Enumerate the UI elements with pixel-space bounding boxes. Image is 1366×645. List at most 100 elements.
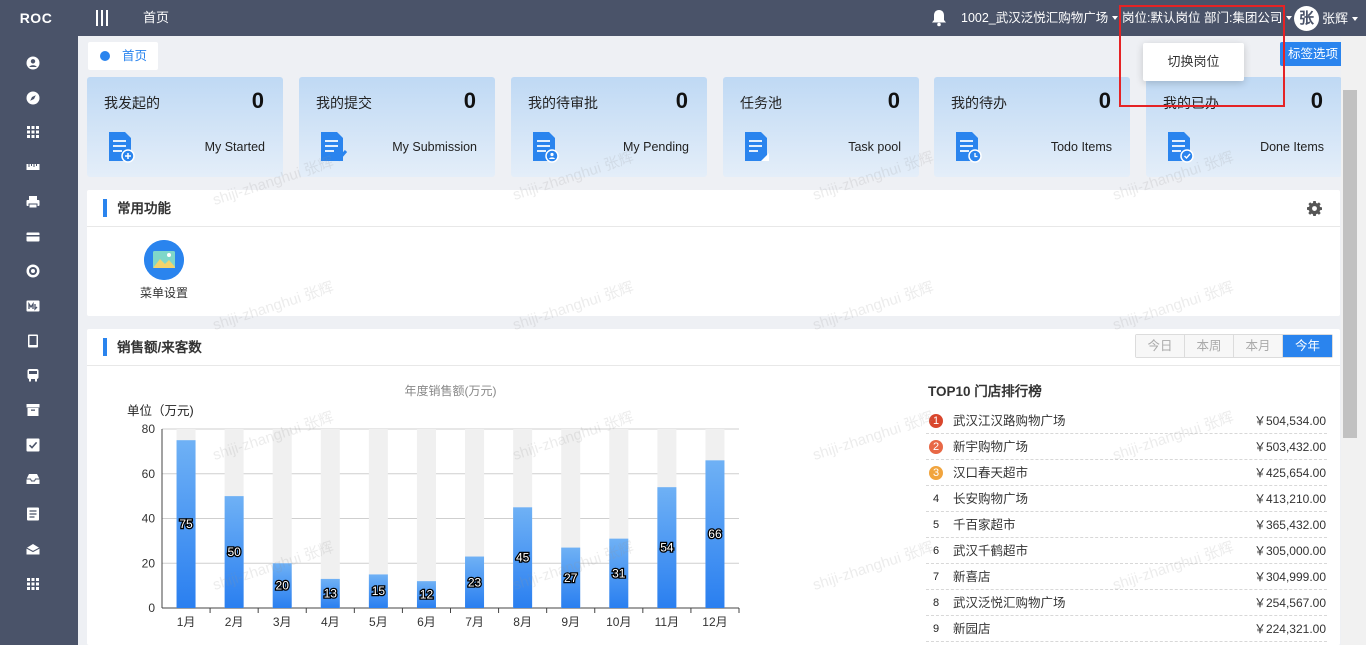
range-week-button[interactable]: 本周 xyxy=(1185,335,1234,357)
store-selector-label: 1002_武汉泛悦汇购物广场 xyxy=(961,11,1109,25)
document-icon xyxy=(1166,131,1194,163)
ruler-icon[interactable] xyxy=(26,160,40,174)
sales-title: 销售额/来客数 xyxy=(117,340,202,355)
card-subtitle: Todo Items xyxy=(1050,140,1112,154)
ranking-row: 6 武汉千鹤超市 ￥305,000.00 xyxy=(926,538,1327,564)
ranking-row: 4 长安购物广场 ￥413,210.00 xyxy=(926,486,1327,512)
card-task-pool[interactable]: 任务池 0 Task pool xyxy=(723,77,919,177)
y-tick-label: 80 xyxy=(142,422,156,436)
ranking-row: 7 新喜店 ￥304,999.00 xyxy=(926,564,1327,590)
document-icon xyxy=(531,131,559,163)
x-tick-label: 3月 xyxy=(273,615,292,629)
printer-icon[interactable] xyxy=(26,195,40,209)
switch-position-menu-item[interactable]: 切换岗位 xyxy=(1143,43,1244,81)
archive-icon[interactable] xyxy=(26,403,40,417)
grid-icon[interactable] xyxy=(26,125,40,139)
card-icon[interactable] xyxy=(26,230,40,244)
document-icon xyxy=(107,131,135,163)
chevron-down-icon xyxy=(1286,15,1293,20)
card-title: 我的提交 xyxy=(316,95,372,111)
store-name: 新喜店 xyxy=(953,570,991,584)
data-label: 20 xyxy=(276,579,290,593)
menu-toggle-icon[interactable] xyxy=(96,10,110,26)
ranking-row: 3 汉口春天超市 ￥425,654.00 xyxy=(926,460,1327,486)
store-selector[interactable]: 1002_武汉泛悦汇购物广场 xyxy=(961,0,1119,37)
bus-icon[interactable] xyxy=(26,368,40,382)
card-count: 0 xyxy=(463,88,476,113)
x-tick-label: 1月 xyxy=(177,615,196,629)
card-title: 我的已办 xyxy=(1163,95,1219,111)
ranking-row: 2 新宇购物广场 ￥503,432.00 xyxy=(926,434,1327,460)
store-sales-value: ￥254,567.00 xyxy=(1253,596,1326,610)
chart-icon[interactable] xyxy=(26,299,40,313)
user-icon[interactable] xyxy=(26,56,40,70)
store-name: 武汉江汉路购物广场 xyxy=(953,414,1066,428)
panel-header: 常用功能 xyxy=(87,190,1340,227)
x-tick-label: 6月 xyxy=(417,615,436,629)
common-functions-title: 常用功能 xyxy=(117,201,171,216)
store-name: 新园店 xyxy=(953,622,991,636)
range-selector: 今日 本周 本月 今年 xyxy=(1135,334,1333,358)
data-label: 31 xyxy=(612,566,626,580)
user-name: 张辉 xyxy=(1322,11,1349,26)
store-sales-value: ￥305,000.00 xyxy=(1253,544,1326,558)
tab-home-label: 首页 xyxy=(122,49,148,63)
ranking-row: 5 千百家超市 ￥365,432.00 xyxy=(926,512,1327,538)
avatar[interactable]: 张 xyxy=(1294,6,1319,31)
tab-home[interactable]: 首页 xyxy=(88,42,158,70)
chevron-down-icon xyxy=(1352,16,1359,21)
user-menu[interactable]: 张辉 xyxy=(1322,0,1359,37)
top-home-link[interactable]: 首页 xyxy=(143,0,169,36)
data-label: 27 xyxy=(564,571,578,585)
document-icon xyxy=(743,131,771,163)
store-sales-value: ￥224,321.00 xyxy=(1253,622,1326,636)
store-sales-value: ￥304,999.00 xyxy=(1253,570,1326,584)
card-subtitle: My Pending xyxy=(622,140,689,154)
chart-svg: 0 20 40 60 80 75 1月 50 2月 20 3月 13 4月 15 5月 12 6月 23 7月 45 8… xyxy=(142,422,740,629)
panel-header: 销售额/来客数 今日 本周 本月 今年 xyxy=(87,329,1340,366)
x-tick-label: 8月 xyxy=(513,615,532,629)
range-today-button[interactable]: 今日 xyxy=(1136,335,1185,357)
store-name: 汉口春天超市 xyxy=(953,466,1029,480)
bell-icon[interactable] xyxy=(931,9,947,27)
card-submission[interactable]: 我的提交 0 My Submission xyxy=(299,77,495,177)
target-icon[interactable] xyxy=(26,264,40,278)
menu-settings-shortcut[interactable]: 菜单设置 xyxy=(139,240,189,301)
document-icon xyxy=(319,131,348,163)
card-subtitle: My Submission xyxy=(392,140,477,154)
store-name: 千百家超市 xyxy=(953,518,1016,532)
card-count: 0 xyxy=(887,88,900,113)
card-pending[interactable]: 我的待审批 0 My Pending xyxy=(511,77,707,177)
inbox-icon[interactable] xyxy=(26,472,40,486)
card-subtitle: My Started xyxy=(204,140,265,154)
range-year-button[interactable]: 今年 xyxy=(1283,335,1332,357)
card-started[interactable]: 我发起的 0 My Started xyxy=(87,77,283,177)
position-selector[interactable]: 岗位:默认岗位 部门:集团公司 xyxy=(1122,0,1293,37)
gear-icon[interactable] xyxy=(1307,201,1323,217)
compass-icon[interactable] xyxy=(26,91,40,105)
apps-icon[interactable] xyxy=(26,577,40,591)
data-label: 12 xyxy=(420,588,434,602)
card-subtitle: Done Items xyxy=(1260,140,1324,154)
store-name: 武汉泛悦汇购物广场 xyxy=(953,596,1066,610)
store-sales-value: ￥365,432.00 xyxy=(1253,518,1326,532)
rank-number: 2 xyxy=(929,440,943,454)
card-count: 0 xyxy=(675,88,688,113)
landscape-icon xyxy=(144,240,184,280)
mail-icon[interactable] xyxy=(26,542,40,556)
x-tick-label: 5月 xyxy=(369,615,388,629)
tablet-icon[interactable] xyxy=(26,334,40,348)
list-icon[interactable] xyxy=(26,507,40,521)
data-label: 15 xyxy=(372,584,386,598)
range-month-button[interactable]: 本月 xyxy=(1234,335,1283,357)
store-name: 武汉千鹤超市 xyxy=(953,544,1029,558)
scrollbar-thumb[interactable] xyxy=(1343,90,1357,438)
tag-options-label: 标签选项 xyxy=(1288,47,1339,61)
check-icon[interactable] xyxy=(26,438,40,452)
chevron-down-icon xyxy=(1112,15,1119,20)
panel-accent-bar xyxy=(103,199,107,217)
card-todo[interactable]: 我的待办 0 Todo Items xyxy=(934,77,1130,177)
card-done[interactable]: 我的已办 0 Done Items xyxy=(1146,77,1342,177)
data-label: 50 xyxy=(227,545,241,559)
app-logo: ROC xyxy=(19,10,53,26)
